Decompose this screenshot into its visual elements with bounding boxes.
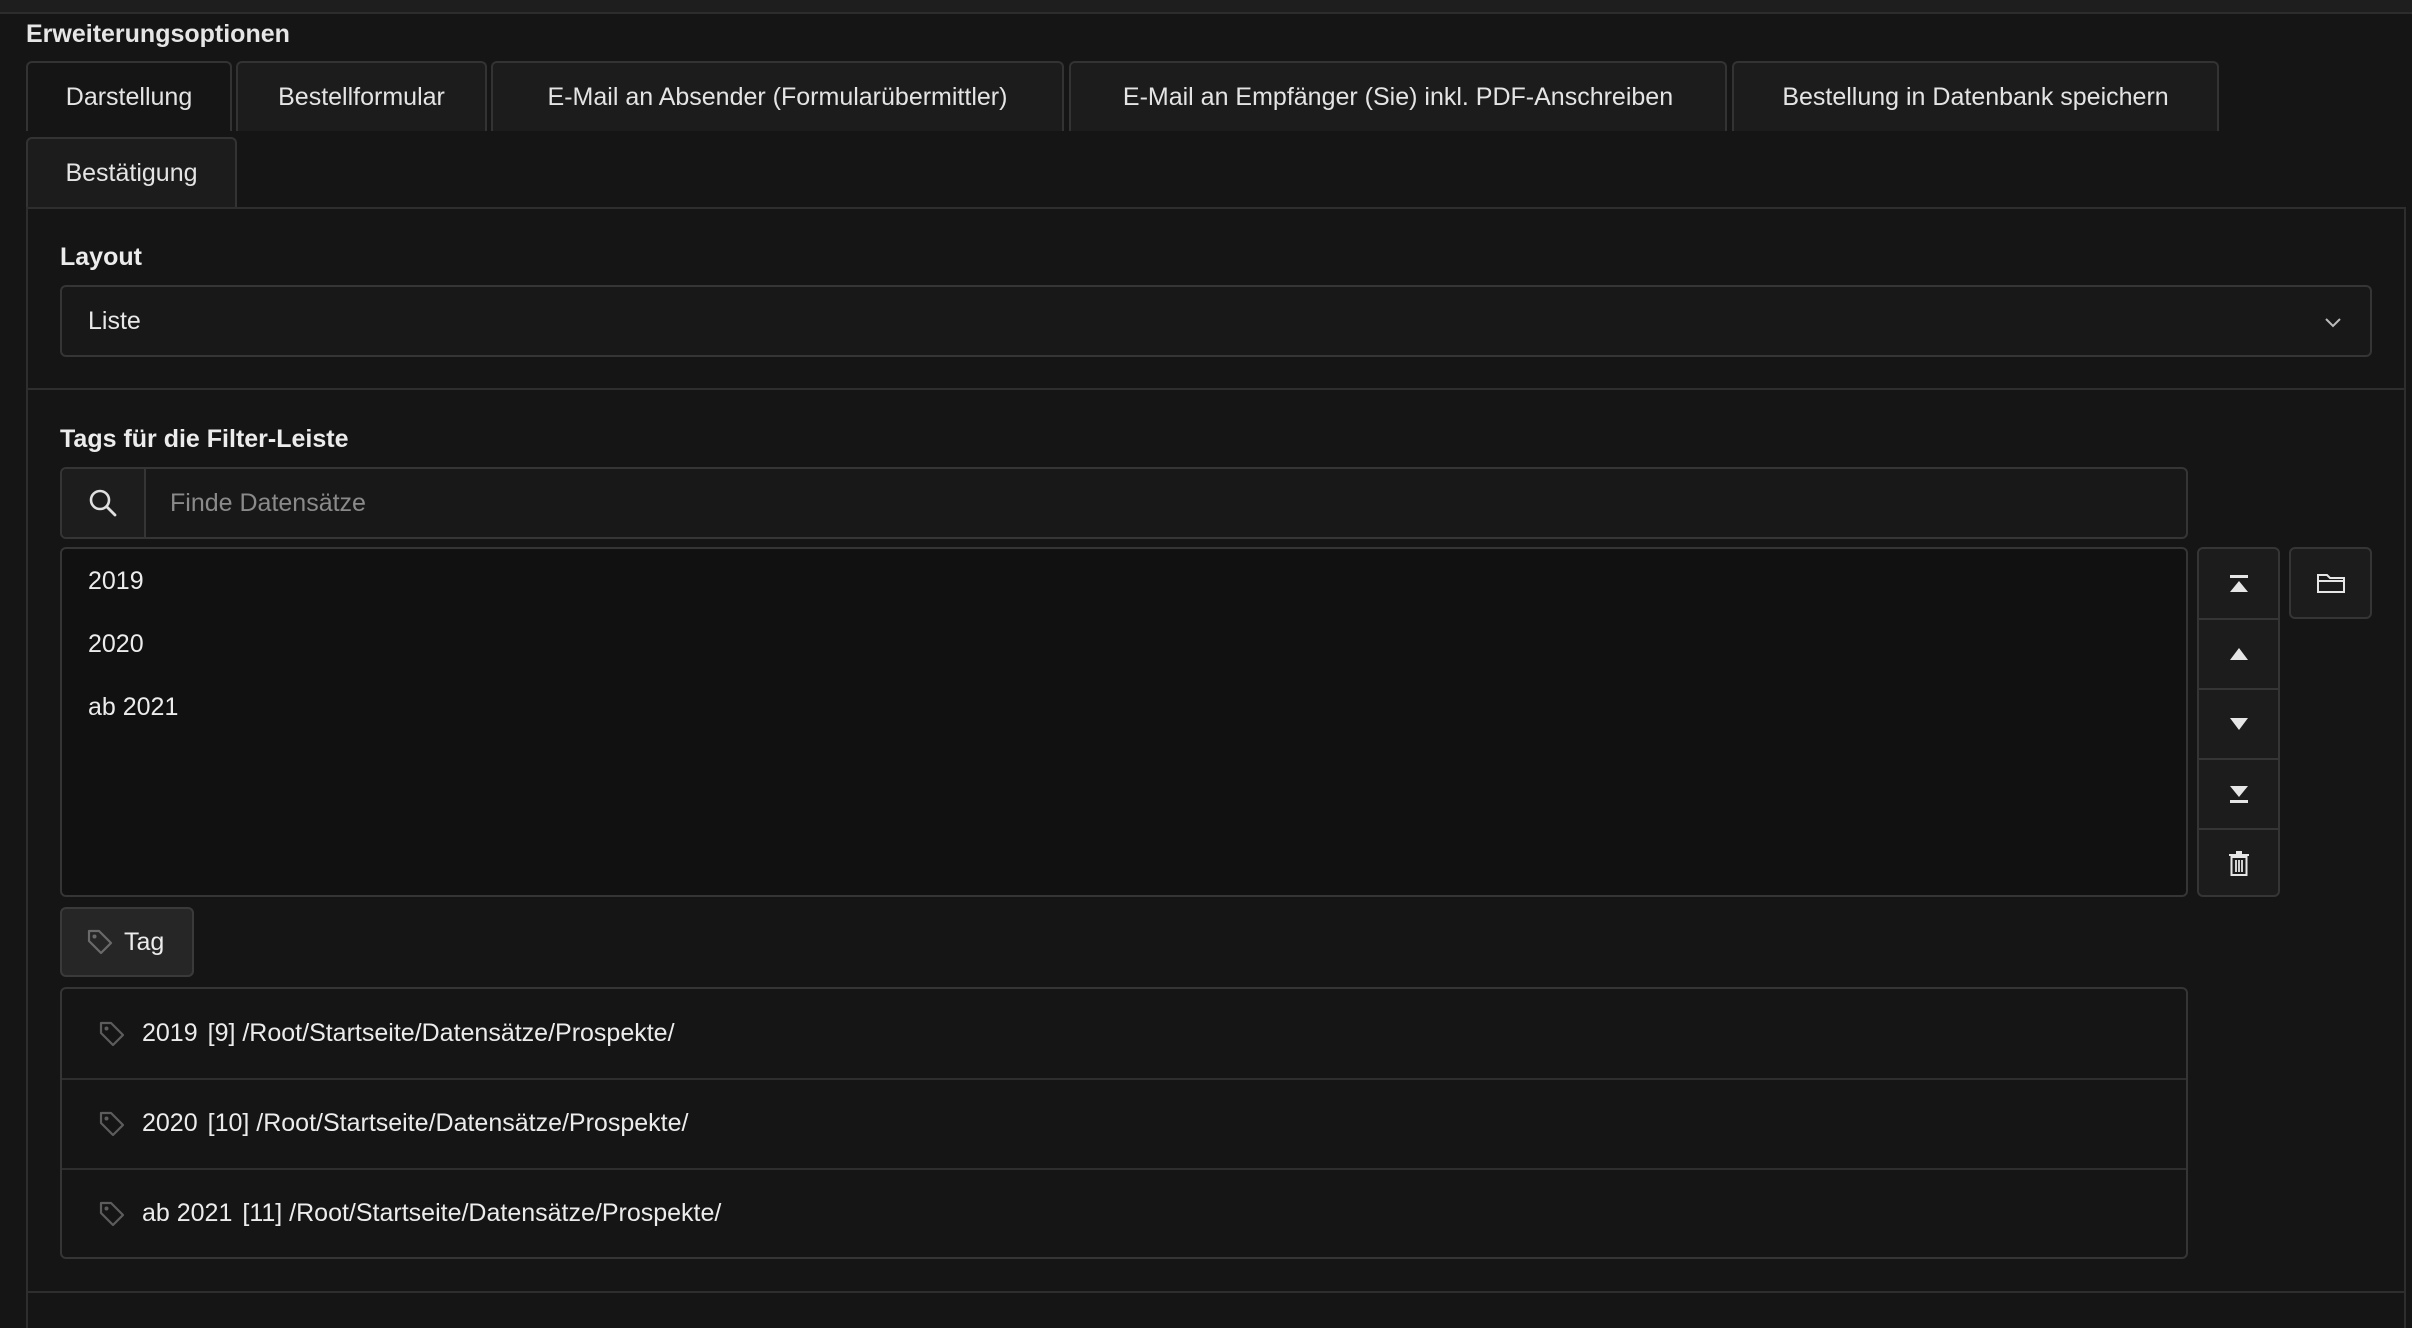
list-item[interactable]: 2019	[88, 567, 144, 596]
table-row[interactable]: 2020 [10] /Root/Startseite/Datensätze/Pr…	[62, 1079, 2186, 1170]
tab-bestaetigung[interactable]: Bestätigung	[26, 137, 237, 207]
selected-tags-list[interactable]: 2019 2020 ab 2021	[60, 547, 2188, 897]
search-button[interactable]	[62, 469, 146, 537]
chevron-down-icon	[2325, 318, 2341, 328]
trash-icon	[2228, 850, 2249, 876]
tab-label: E-Mail an Absender (Formularübermittler)	[547, 82, 1008, 111]
add-tag-button[interactable]: Tag	[60, 907, 194, 977]
delete-button[interactable]	[2199, 829, 2278, 898]
search-icon	[89, 489, 117, 517]
tag-icon	[99, 1021, 125, 1046]
move-down-icon	[2229, 717, 2248, 730]
section-divider	[26, 388, 2406, 390]
move-to-top-icon	[2229, 574, 2248, 592]
move-to-top-button[interactable]	[2199, 549, 2278, 620]
move-up-icon	[2229, 647, 2248, 660]
browse-records-button[interactable]	[2289, 547, 2372, 619]
record-title: 2020	[142, 1109, 198, 1137]
move-down-button[interactable]	[2199, 689, 2278, 760]
top-bar	[0, 0, 2412, 14]
folder-icon	[2316, 574, 2345, 593]
record-title: 2019	[142, 1019, 198, 1047]
layout-select[interactable]: Liste	[60, 285, 2372, 357]
tab-label: Bestellung in Datenbank speichern	[1782, 82, 2169, 111]
tab-label: Bestätigung	[65, 158, 198, 187]
table-row[interactable]: ab 2021 [11] /Root/Startseite/Datensätze…	[62, 1169, 2186, 1258]
layout-selected-value: Liste	[88, 306, 141, 335]
record-title: ab 2021	[142, 1199, 233, 1227]
tab-email-empfaenger[interactable]: E-Mail an Empfänger (Sie) inkl. PDF-Ansc…	[1069, 61, 1727, 131]
list-controls	[2197, 547, 2280, 897]
list-item[interactable]: ab 2021	[88, 693, 178, 722]
tab-darstellung[interactable]: Darstellung	[26, 61, 232, 131]
record-meta: [9] /Root/Startseite/Datensätze/Prospekt…	[207, 1019, 675, 1047]
tag-icon	[99, 1111, 125, 1136]
add-tag-label: Tag	[124, 927, 165, 956]
move-to-bottom-button[interactable]	[2199, 759, 2278, 830]
tag-records-list: 2019 [9] /Root/Startseite/Datensätze/Pro…	[60, 987, 2188, 1259]
layout-label: Layout	[60, 243, 142, 271]
tab-bestellung-datenbank[interactable]: Bestellung in Datenbank speichern	[1732, 61, 2219, 131]
table-row[interactable]: 2019 [9] /Root/Startseite/Datensätze/Pro…	[62, 989, 2186, 1080]
tags-label: Tags für die Filter-Leiste	[60, 425, 349, 453]
record-search	[60, 467, 2188, 539]
tag-icon	[87, 929, 113, 955]
section-divider	[26, 1291, 2406, 1293]
section-title: Erweiterungsoptionen	[26, 20, 290, 48]
tab-label: Darstellung	[65, 82, 193, 111]
tab-label: Bestellformular	[278, 82, 445, 111]
move-to-bottom-icon	[2229, 785, 2248, 803]
record-meta: [11] /Root/Startseite/Datensätze/Prospek…	[242, 1199, 722, 1227]
tab-email-absender[interactable]: E-Mail an Absender (Formularübermittler)	[491, 61, 1064, 131]
tab-label: E-Mail an Empfänger (Sie) inkl. PDF-Ansc…	[1122, 82, 1674, 111]
tag-icon	[99, 1201, 125, 1226]
list-item[interactable]: 2020	[88, 630, 144, 659]
search-input[interactable]	[146, 469, 2176, 537]
record-meta: [10] /Root/Startseite/Datensätze/Prospek…	[207, 1109, 689, 1137]
move-up-button[interactable]	[2199, 619, 2278, 690]
tab-bestellformular[interactable]: Bestellformular	[236, 61, 487, 131]
